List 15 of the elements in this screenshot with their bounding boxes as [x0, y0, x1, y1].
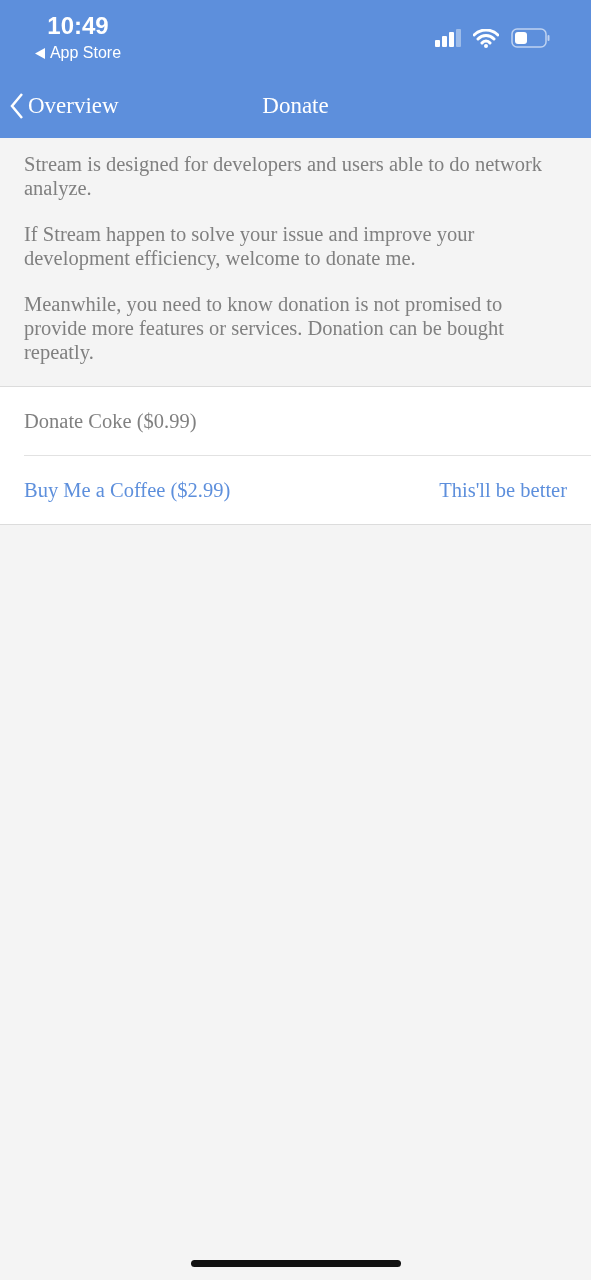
donation-option[interactable]: Buy Me a Coffee ($2.99)	[24, 478, 231, 502]
option-detail: This'll be better	[439, 478, 567, 502]
signal-icon	[435, 29, 461, 47]
back-to-app-link[interactable]: App Store	[34, 44, 122, 62]
wifi-icon	[473, 28, 499, 48]
battery-icon	[511, 28, 551, 48]
status-time: 10:49	[47, 12, 109, 40]
back-button[interactable]: Overview	[0, 93, 119, 120]
description-paragraph: Stream is designed for developers and users able to do network analyze.	[24, 152, 544, 200]
triangle-left-icon	[34, 47, 45, 59]
donation-option[interactable]: Donate Coke ($0.99)	[24, 409, 197, 433]
screen-title: Donate	[262, 93, 329, 120]
description-paragraph: If Stream happen to solve your issue and improve your development efficiency, welcome to donate me.	[24, 222, 476, 270]
chevron-left-icon	[10, 93, 24, 120]
description-paragraph: Meanwhile, you need to know donation is not promised to provide more features or services. Donation can be bought repeatly.	[24, 292, 505, 364]
